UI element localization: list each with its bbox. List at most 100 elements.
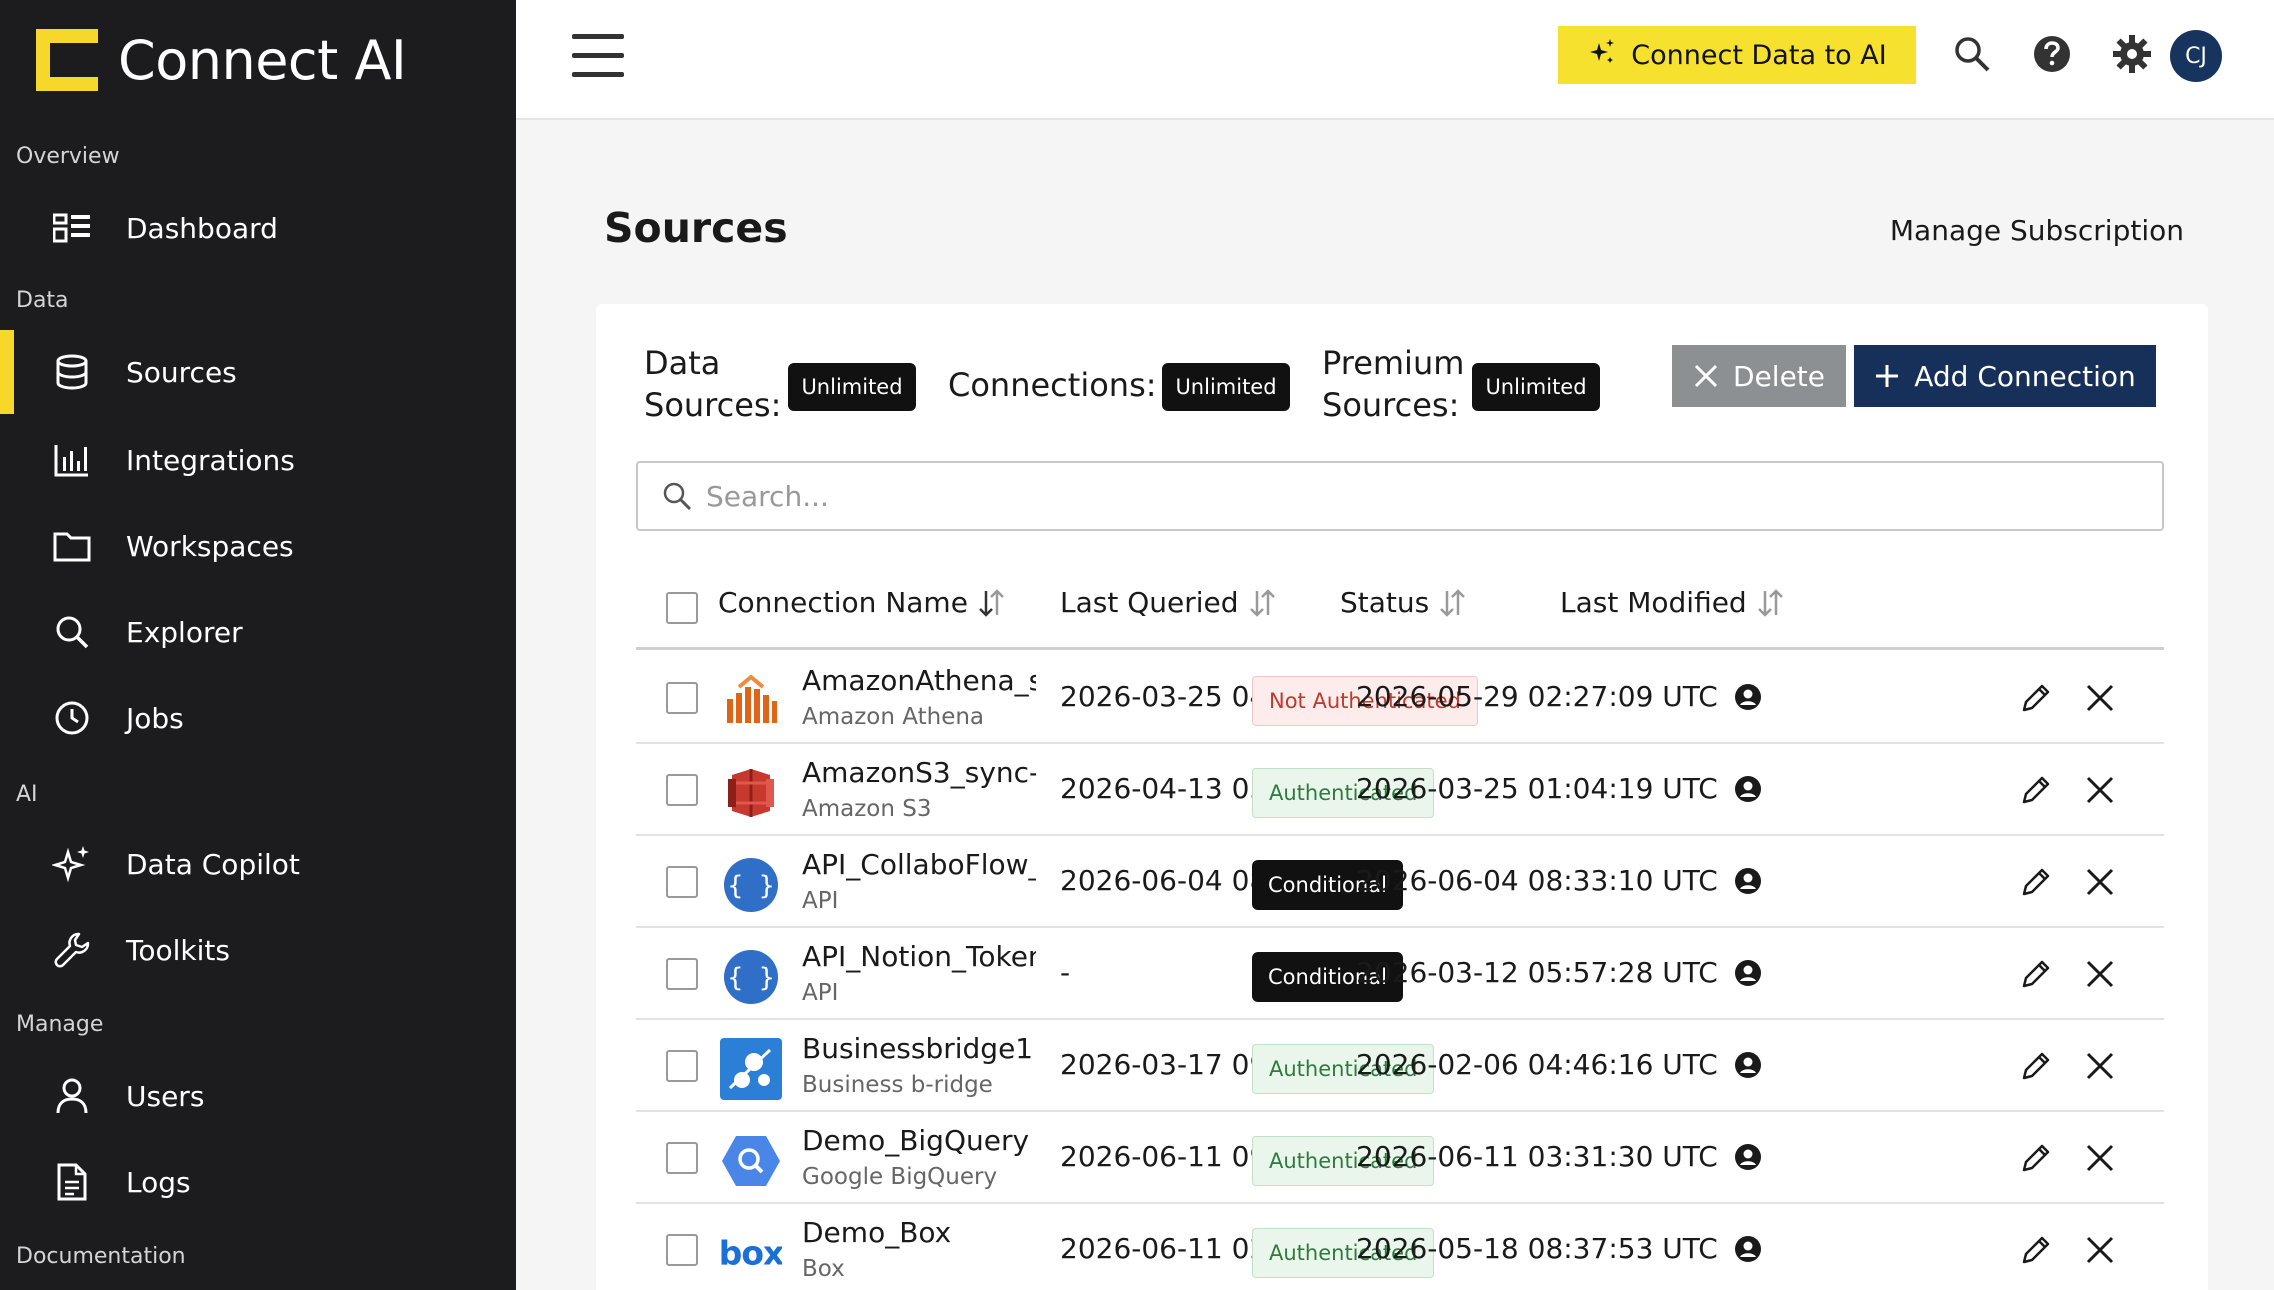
column-last-modified[interactable]: Last Modified: [1560, 586, 1783, 619]
row-checkbox[interactable]: [666, 1142, 698, 1174]
column-label: Connection Name: [718, 586, 968, 619]
bigquery-logo: [720, 1130, 782, 1192]
sidebar-item-integrations[interactable]: Integrations: [0, 418, 516, 502]
last-modified-value: 2026-03-12 05:57:28 UTC: [1356, 956, 1718, 989]
row-checkbox[interactable]: [666, 682, 698, 714]
table-row[interactable]: { } API_Notion_Token API - Conditional 2…: [636, 928, 2164, 1020]
delete-close-icon[interactable]: [2082, 1140, 2118, 1176]
edit-pencil-icon[interactable]: [2018, 1140, 2054, 1176]
sidebar-item-users[interactable]: Users: [0, 1054, 516, 1138]
edit-pencil-icon[interactable]: [2018, 772, 2054, 808]
table-row[interactable]: AmazonAthena_sy Amazon Athena 2026-03-25…: [636, 652, 2164, 744]
sort-icon[interactable]: [1249, 588, 1275, 617]
sidebar-item-label: Sources: [126, 355, 237, 389]
connection-name[interactable]: Businessbridge1: [802, 1032, 1036, 1065]
connection-name[interactable]: API_Notion_Token: [802, 940, 1036, 973]
folder-icon: [52, 526, 92, 566]
brand-logo[interactable]: Connect AI: [36, 28, 407, 92]
search-icon[interactable]: [1948, 30, 1996, 78]
edit-pencil-icon[interactable]: [2018, 956, 2054, 992]
row-checkbox[interactable]: [666, 1050, 698, 1082]
row-checkbox[interactable]: [666, 866, 698, 898]
table-row[interactable]: { } API_CollaboFlow_ API 2026-06-04 08:4…: [636, 836, 2164, 928]
last-modified: 2026-03-25 01:04:19 UTC: [1356, 772, 1762, 805]
svg-text:{ }: { }: [728, 871, 775, 901]
last-modified-value: 2026-06-11 03:31:30 UTC: [1356, 1140, 1718, 1173]
edit-pencil-icon[interactable]: [2018, 864, 2054, 900]
sparkle-icon: [52, 844, 92, 884]
table-row[interactable]: Businessbridge1 Business b-ridge 2026-03…: [636, 1020, 2164, 1112]
last-modified-value: 2026-06-04 08:33:10 UTC: [1356, 864, 1718, 897]
delete-close-icon[interactable]: [2082, 680, 2118, 716]
data-sources-label-line2: Sources:: [644, 386, 782, 424]
connection-name[interactable]: API_CollaboFlow_: [802, 848, 1036, 881]
table-row[interactable]: box Demo_Box Box 2026-06-11 02:33:14 I A…: [636, 1204, 2164, 1290]
sidebar-item-logs[interactable]: Logs: [0, 1140, 516, 1224]
sidebar-item-explorer[interactable]: Explorer: [0, 590, 516, 674]
section-ai: AI: [16, 782, 38, 807]
connection-name[interactable]: Demo_BigQuery: [802, 1124, 1036, 1157]
last-modified: 2026-03-12 05:57:28 UTC: [1356, 956, 1762, 989]
sidebar-item-label: Users: [126, 1079, 205, 1113]
connections-label: Connections:: [948, 366, 1157, 404]
sort-icon[interactable]: [978, 588, 1004, 617]
sidebar-item-workspaces[interactable]: Workspaces: [0, 504, 516, 588]
sidebar-item-dashboard[interactable]: Dashboard: [0, 186, 516, 270]
delete-close-icon[interactable]: [2082, 864, 2118, 900]
connect-data-to-ai-button[interactable]: Connect Data to AI: [1558, 26, 1916, 84]
connections-badge: Unlimited: [1162, 363, 1290, 411]
last-modified: 2026-06-11 03:31:30 UTC: [1356, 1140, 1762, 1173]
bar-chart-icon: [52, 440, 92, 480]
data-sources-label: Data Sources:: [644, 342, 781, 426]
sidebar-item-sources[interactable]: Sources: [0, 330, 516, 414]
sort-icon[interactable]: [1757, 588, 1783, 617]
column-connection-name[interactable]: Connection Name: [718, 586, 1004, 619]
avatar[interactable]: CJ: [2170, 30, 2222, 82]
close-icon: [1693, 363, 1719, 389]
row-checkbox[interactable]: [666, 958, 698, 990]
delete-button[interactable]: Delete: [1672, 345, 1846, 407]
user-avatar-icon: [1734, 959, 1762, 987]
select-all-checkbox[interactable]: [666, 592, 698, 624]
amazon-athena-logo: [720, 670, 782, 732]
sidebar-item-label: Explorer: [126, 615, 243, 649]
edit-pencil-icon[interactable]: [2018, 1232, 2054, 1268]
delete-close-icon[interactable]: [2082, 772, 2118, 808]
manage-subscription-link[interactable]: Manage Subscription: [1890, 214, 2184, 247]
sidebar-item-toolkits[interactable]: Toolkits: [0, 908, 516, 992]
sidebar-item-label: Workspaces: [126, 529, 294, 563]
user-avatar-icon: [1734, 1143, 1762, 1171]
edit-pencil-icon[interactable]: [2018, 1048, 2054, 1084]
add-connection-button[interactable]: Add Connection: [1854, 345, 2156, 407]
sort-icon[interactable]: [1439, 588, 1466, 617]
column-last-queried[interactable]: Last Queried: [1060, 586, 1275, 619]
table-header: Connection Name Last Queried Status Last…: [636, 558, 2164, 650]
menu-toggle-icon[interactable]: [572, 34, 624, 78]
connection-name[interactable]: Demo_Box: [802, 1216, 1036, 1249]
row-checkbox[interactable]: [666, 1234, 698, 1266]
table-row[interactable]: AmazonS3_sync- Amazon S3 2026-04-13 05:2…: [636, 744, 2164, 836]
delete-close-icon[interactable]: [2082, 1232, 2118, 1268]
connection-type: API: [802, 980, 839, 1006]
delete-close-icon[interactable]: [2082, 956, 2118, 992]
connection-name[interactable]: AmazonS3_sync-: [802, 756, 1036, 789]
connection-type: Box: [802, 1256, 845, 1282]
settings-gear-icon[interactable]: [2108, 30, 2156, 78]
premium-sources-label-line1: Premium: [1322, 344, 1465, 382]
box-logo: box: [720, 1222, 782, 1284]
help-icon[interactable]: [2028, 30, 2076, 78]
search-input[interactable]: [706, 479, 2106, 513]
column-label: Last Queried: [1060, 586, 1239, 619]
connection-name[interactable]: AmazonAthena_sy: [802, 664, 1036, 697]
edit-pencil-icon[interactable]: [2018, 680, 2054, 716]
last-modified-value: 2026-05-29 02:27:09 UTC: [1356, 680, 1718, 713]
sidebar-item-data-copilot[interactable]: Data Copilot: [0, 822, 516, 906]
column-status[interactable]: Status: [1340, 586, 1466, 619]
table-row[interactable]: Demo_BigQuery Google BigQuery 2026-06-11…: [636, 1112, 2164, 1204]
row-checkbox[interactable]: [666, 774, 698, 806]
sidebar-item-jobs[interactable]: Jobs: [0, 676, 516, 760]
sparkle-icon: [1587, 37, 1617, 74]
search-field[interactable]: [636, 461, 2164, 531]
delete-close-icon[interactable]: [2082, 1048, 2118, 1084]
search-icon: [662, 481, 692, 511]
